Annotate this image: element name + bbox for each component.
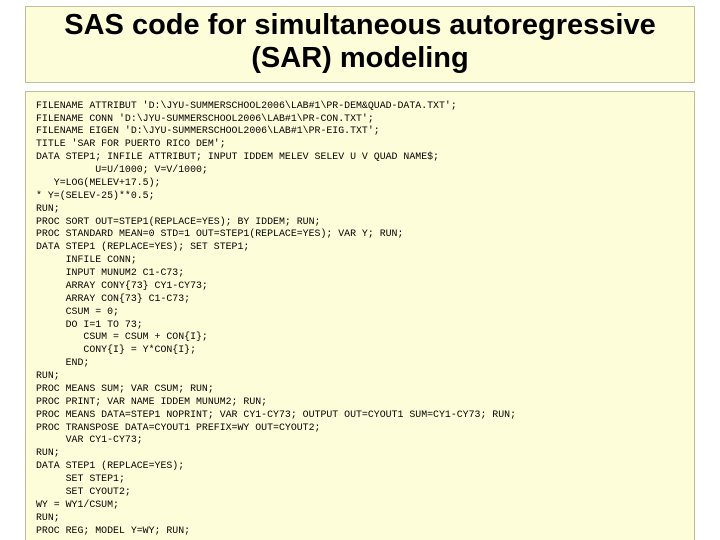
title-line-2: (SAR) modeling <box>251 42 469 74</box>
slide-title: SAS code for simultaneous autoregressive… <box>32 9 688 76</box>
title-line-1: SAS code for simultaneous autoregressive <box>64 9 655 41</box>
code-box: FILENAME ATTRIBUT 'D:\JYU-SUMMERSCHOOL20… <box>25 91 695 540</box>
title-box: SAS code for simultaneous autoregressive… <box>25 6 695 83</box>
slide: SAS code for simultaneous autoregressive… <box>0 0 720 540</box>
sas-code: FILENAME ATTRIBUT 'D:\JYU-SUMMERSCHOOL20… <box>36 100 684 538</box>
